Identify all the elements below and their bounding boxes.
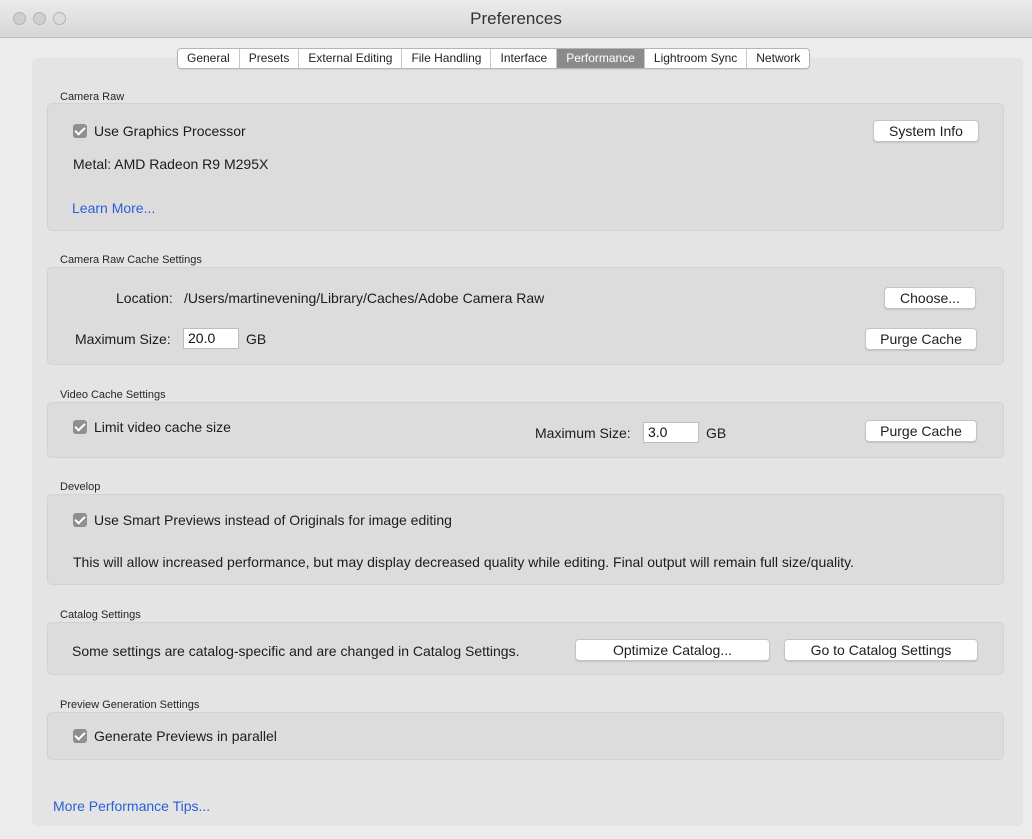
cache-settings-group: Location: /Users/martinevening/Library/C… xyxy=(47,267,1004,365)
develop-section-title: Develop xyxy=(60,481,101,493)
catalog-section-title: Catalog Settings xyxy=(60,609,141,621)
learn-more-link[interactable]: Learn More... xyxy=(72,200,155,216)
system-info-button[interactable]: System Info xyxy=(873,120,979,142)
preferences-tab-bar: General Presets External Editing File Ha… xyxy=(177,48,811,69)
more-performance-tips-link[interactable]: More Performance Tips... xyxy=(53,798,210,814)
camera-raw-section-title: Camera Raw xyxy=(60,91,125,103)
cache-section-title: Camera Raw Cache Settings xyxy=(60,254,202,266)
optimize-catalog-button[interactable]: Optimize Catalog... xyxy=(575,639,770,661)
video-max-size-label: Maximum Size: xyxy=(535,425,631,441)
tab-lightroom-sync[interactable]: Lightroom Sync xyxy=(645,49,748,68)
cache-max-size-input[interactable]: 20.0 xyxy=(183,328,239,349)
choose-location-button[interactable]: Choose... xyxy=(884,287,976,309)
title-bar: Preferences xyxy=(0,0,1032,38)
preferences-window: Preferences General Presets External Edi… xyxy=(0,0,1032,839)
cache-size-unit: GB xyxy=(246,331,267,347)
location-path: /Users/martinevening/Library/Caches/Adob… xyxy=(184,290,545,306)
max-size-label: Maximum Size: xyxy=(75,331,171,347)
develop-note-text: This will allow increased performance, b… xyxy=(73,554,854,570)
smart-previews-checkbox[interactable] xyxy=(73,513,87,527)
tab-interface[interactable]: Interface xyxy=(491,49,558,68)
use-gpu-checkbox[interactable] xyxy=(73,124,87,138)
window-title: Preferences xyxy=(470,9,562,28)
preview-generation-section-title: Preview Generation Settings xyxy=(60,699,200,711)
use-gpu-label: Use Graphics Processor xyxy=(94,123,246,139)
parallel-previews-label: Generate Previews in parallel xyxy=(94,728,277,744)
purge-camera-raw-cache-button[interactable]: Purge Cache xyxy=(865,328,977,350)
limit-video-cache-label: Limit video cache size xyxy=(94,419,231,435)
video-cache-section-title: Video Cache Settings xyxy=(60,389,166,401)
tab-external-editing[interactable]: External Editing xyxy=(299,49,403,68)
camera-raw-group: Use Graphics Processor System Info Metal… xyxy=(47,103,1004,231)
develop-group: Use Smart Previews instead of Originals … xyxy=(47,494,1004,585)
tab-file-handling[interactable]: File Handling xyxy=(402,49,492,68)
tab-performance[interactable]: Performance xyxy=(557,49,645,68)
catalog-note-text: Some settings are catalog-specific and a… xyxy=(72,643,520,659)
catalog-settings-group: Some settings are catalog-specific and a… xyxy=(47,622,1004,675)
tab-presets[interactable]: Presets xyxy=(240,49,300,68)
video-cache-group: Limit video cache size Maximum Size: 3.0… xyxy=(47,402,1004,458)
location-label: Location: xyxy=(116,290,173,306)
parallel-previews-checkbox[interactable] xyxy=(73,729,87,743)
metal-info-text: Metal: AMD Radeon R9 M295X xyxy=(73,156,269,172)
purge-video-cache-button[interactable]: Purge Cache xyxy=(865,420,977,442)
tab-general[interactable]: General xyxy=(178,49,240,68)
go-to-catalog-settings-button[interactable]: Go to Catalog Settings xyxy=(784,639,978,661)
preview-generation-group: Generate Previews in parallel xyxy=(47,712,1004,760)
limit-video-cache-checkbox[interactable] xyxy=(73,420,87,434)
tab-network[interactable]: Network xyxy=(747,49,809,68)
video-cache-size-unit: GB xyxy=(706,425,727,441)
smart-previews-label: Use Smart Previews instead of Originals … xyxy=(94,512,452,528)
video-cache-max-size-input[interactable]: 3.0 xyxy=(643,422,699,443)
